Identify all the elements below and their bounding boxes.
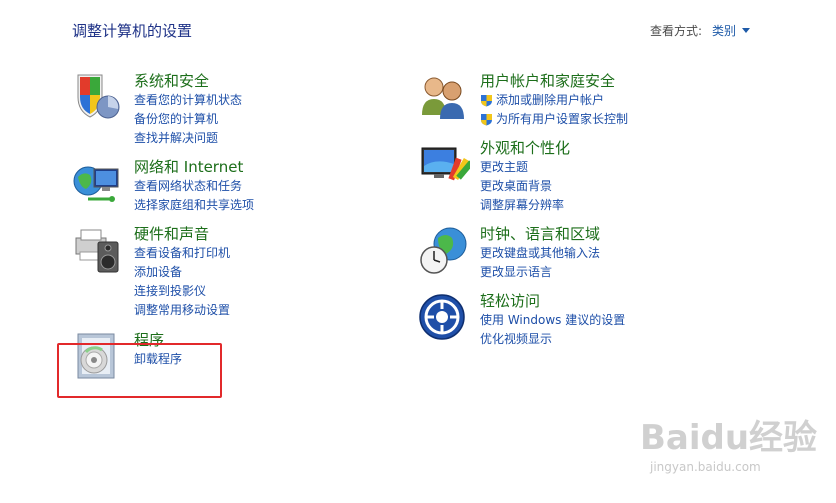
monitor-palette-icon — [418, 138, 474, 190]
link-homegroup-sharing[interactable]: 选择家庭组和共享选项 — [134, 196, 254, 215]
link-parental-controls-label: 为所有用户设置家长控制 — [496, 112, 629, 126]
link-connect-projector[interactable]: 连接到投影仪 — [134, 282, 230, 301]
category-title-user-accounts[interactable]: 用户帐户和家庭安全 — [480, 71, 628, 91]
link-optimize-display[interactable]: 优化视频显示 — [480, 330, 625, 349]
printer-speaker-icon — [72, 224, 124, 276]
category-clock-language: 时钟、语言和区域 更改键盘或其他输入法 更改显示语言 — [418, 224, 600, 282]
category-title-clock-language[interactable]: 时钟、语言和区域 — [480, 224, 600, 244]
link-change-theme[interactable]: 更改主题 — [480, 158, 570, 177]
category-network-internet: 网络和 Internet 查看网络状态和任务 选择家庭组和共享选项 — [72, 157, 254, 215]
watermark-main: Baidu经验 — [640, 418, 818, 458]
link-change-background[interactable]: 更改桌面背景 — [480, 177, 570, 196]
link-troubleshoot[interactable]: 查找并解决问题 — [134, 129, 242, 148]
link-windows-recommended[interactable]: 使用 Windows 建议的设置 — [480, 311, 625, 330]
link-devices-printers[interactable]: 查看设备和打印机 — [134, 244, 230, 263]
link-add-device[interactable]: 添加设备 — [134, 263, 230, 282]
view-by-label: 查看方式: — [650, 24, 703, 38]
accessibility-icon — [418, 291, 470, 343]
chevron-down-icon — [742, 28, 751, 33]
category-system-security: 系统和安全 查看您的计算机状态 备份您的计算机 查找并解决问题 — [72, 71, 242, 148]
link-add-remove-users[interactable]: 添加或删除用户帐户 — [480, 91, 628, 110]
uac-shield-icon — [481, 114, 492, 126]
link-backup-computer[interactable]: 备份您的计算机 — [134, 110, 242, 129]
link-add-remove-users-label: 添加或删除用户帐户 — [496, 93, 605, 107]
category-title-appearance[interactable]: 外观和个性化 — [480, 138, 570, 158]
page-title: 调整计算机的设置 — [72, 22, 193, 40]
category-title-system-security[interactable]: 系统和安全 — [134, 71, 242, 91]
link-view-computer-status[interactable]: 查看您的计算机状态 — [134, 91, 242, 110]
highlight-box — [57, 343, 222, 398]
watermark-sub: jingyan.baidu.com — [650, 460, 761, 474]
category-hardware-sound: 硬件和声音 查看设备和打印机 添加设备 连接到投影仪 调整常用移动设置 — [72, 224, 230, 320]
clock-globe-icon — [418, 224, 470, 276]
network-globe-icon — [72, 157, 124, 209]
link-screen-resolution[interactable]: 调整屏幕分辨率 — [480, 196, 570, 215]
uac-shield-icon — [481, 95, 492, 107]
view-by-dropdown[interactable]: 类别 — [712, 22, 751, 39]
category-title-ease-of-access[interactable]: 轻松访问 — [480, 291, 625, 311]
users-icon — [418, 71, 470, 123]
category-title-hardware-sound[interactable]: 硬件和声音 — [134, 224, 230, 244]
category-ease-of-access: 轻松访问 使用 Windows 建议的设置 优化视频显示 — [418, 291, 625, 349]
category-user-accounts: 用户帐户和家庭安全 添加或删除用户帐户 为所有用户设置家长控制 — [418, 71, 628, 129]
baidu-watermark: Baidu经验 jingyan.baidu.com — [640, 410, 820, 490]
link-change-keyboard[interactable]: 更改键盘或其他输入法 — [480, 244, 600, 263]
view-by-value: 类别 — [712, 24, 737, 38]
view-by: 查看方式: 类别 — [650, 22, 751, 39]
category-appearance: 外观和个性化 更改主题 更改桌面背景 调整屏幕分辨率 — [418, 138, 570, 215]
category-title-network-internet[interactable]: 网络和 Internet — [134, 157, 254, 177]
shield-computer-icon — [72, 71, 124, 123]
link-view-network-status[interactable]: 查看网络状态和任务 — [134, 177, 254, 196]
link-mobility-settings[interactable]: 调整常用移动设置 — [134, 301, 230, 320]
link-change-display-language[interactable]: 更改显示语言 — [480, 263, 600, 282]
link-parental-controls[interactable]: 为所有用户设置家长控制 — [480, 110, 628, 129]
